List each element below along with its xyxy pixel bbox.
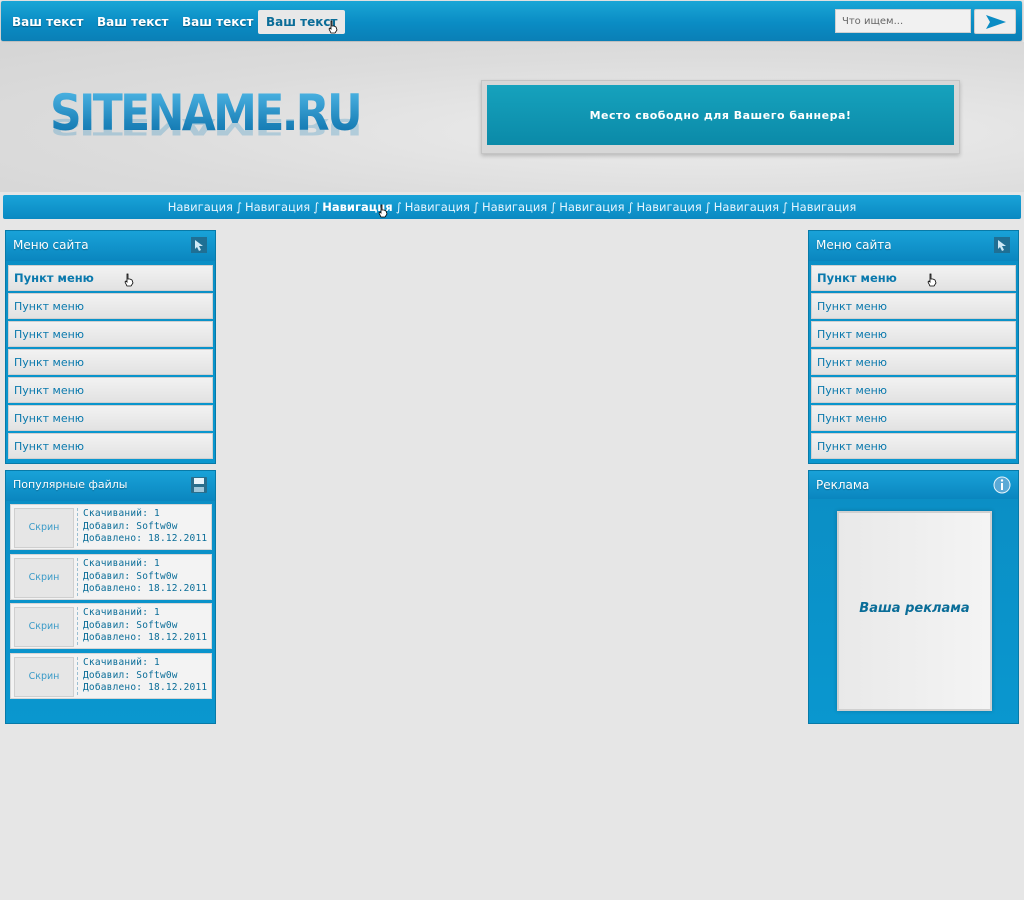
right-menu-item-1[interactable]: Пункт меню [811, 265, 1016, 291]
hand-cursor-icon [927, 273, 937, 287]
nav-item-2[interactable]: Навигация [245, 200, 310, 214]
file-thumbnail[interactable]: Скрин [14, 558, 74, 598]
hand-cursor-icon [328, 20, 338, 34]
file-item-2[interactable]: Скрин Скачиваний: 1 Добавил: Softw0w Доб… [10, 554, 212, 600]
top-bar: Ваш текст Ваш текст Ваш текст Ваш текст [1, 1, 1022, 41]
file-downloads: Скачиваний: 1 [83, 558, 160, 569]
nav-separator: ∫ [704, 200, 711, 214]
right-menu-panel: Меню сайта Пункт меню Пункт меню Пункт м… [808, 230, 1019, 464]
file-date: Добавлено: 18.12.2011 [83, 533, 208, 544]
nav-separator: ∫ [782, 200, 789, 214]
file-divider [77, 508, 78, 546]
file-thumbnail[interactable]: Скрин [14, 607, 74, 647]
banner-frame: Место свободно для Вашего баннера! [481, 80, 960, 154]
file-added-by: Добавил: Softw0w [83, 520, 178, 532]
left-menu-item-5[interactable]: Пункт меню [8, 377, 213, 403]
main-navigation: Навигация ∫ Навигация ∫ Навигация ∫ Навигация ∫… [3, 195, 1021, 219]
popular-files-panel: Популярные файлы Скрин Скачиваний: 1 Доб… [5, 470, 216, 724]
banner-placeholder[interactable]: Место свободно для Вашего баннера! [487, 85, 954, 145]
nav-separator: ∫ [472, 200, 479, 214]
nav-separator: ∫ [627, 200, 634, 214]
file-date: Добавлено: 18.12.2011 [83, 682, 208, 693]
nav-item-1[interactable]: Навигация [168, 200, 233, 214]
floppy-disk-icon [191, 477, 207, 493]
info-icon [993, 476, 1011, 494]
cursor-arrow-icon [191, 237, 207, 253]
file-divider [77, 657, 78, 695]
nav-separator: ∫ [313, 200, 320, 214]
nav-item-5[interactable]: Навигация [482, 200, 547, 214]
send-arrow-icon [986, 15, 1006, 29]
nav-item-4[interactable]: Навигация [405, 200, 470, 214]
left-menu-item-7[interactable]: Пункт меню [8, 433, 213, 459]
top-link-1[interactable]: Ваш текст [4, 10, 91, 34]
hand-cursor-icon [124, 273, 134, 287]
file-thumbnail[interactable]: Скрин [14, 657, 74, 697]
site-logo-reflection: SITENAME.RU [50, 113, 361, 140]
right-menu-item-4[interactable]: Пункт меню [811, 349, 1016, 375]
popular-files-title: Популярные файлы [6, 471, 215, 501]
right-menu-item-6[interactable]: Пункт меню [811, 405, 1016, 431]
file-added-by: Добавил: Softw0w [83, 570, 178, 582]
left-menu-panel: Меню сайта Пункт меню Пункт меню Пункт м… [5, 230, 216, 464]
file-info: Скачиваний: 1 Добавил: Softw0w Добавлено… [83, 607, 207, 645]
file-divider [77, 558, 78, 596]
site-header: SITENAME.RU SITENAME.RU Место свободно д… [0, 42, 1024, 192]
file-date: Добавлено: 18.12.2011 [83, 632, 208, 643]
nav-item-9[interactable]: Навигация [791, 200, 856, 214]
cursor-arrow-icon [994, 237, 1010, 253]
nav-item-7[interactable]: Навигация [637, 200, 702, 214]
search-button[interactable] [974, 9, 1016, 34]
file-info: Скачиваний: 1 Добавил: Softw0w Добавлено… [83, 558, 207, 596]
file-item-4[interactable]: Скрин Скачиваний: 1 Добавил: Softw0w Доб… [10, 653, 212, 699]
ads-title: Реклама [809, 471, 1018, 499]
file-thumbnail[interactable]: Скрин [14, 508, 74, 548]
right-menu-title: Меню сайта [809, 231, 1018, 261]
ad-text: Ваша реклама [859, 601, 970, 616]
search-input[interactable] [835, 9, 971, 33]
file-downloads: Скачиваний: 1 [83, 607, 160, 618]
hand-cursor-icon [378, 204, 388, 218]
nav-separator: ∫ [550, 200, 557, 214]
right-menu-item-5[interactable]: Пункт меню [811, 377, 1016, 403]
file-info: Скачиваний: 1 Добавил: Softw0w Добавлено… [83, 657, 207, 695]
file-added-by: Добавил: Softw0w [83, 669, 178, 681]
right-menu-item-3[interactable]: Пункт меню [811, 321, 1016, 347]
right-menu-item-7[interactable]: Пункт меню [811, 433, 1016, 459]
left-menu-item-6[interactable]: Пункт меню [8, 405, 213, 431]
file-added-by: Добавил: Softw0w [83, 619, 178, 631]
file-downloads: Скачиваний: 1 [83, 508, 160, 519]
nav-separator: ∫ [235, 200, 242, 214]
left-menu-title: Меню сайта [6, 231, 215, 261]
left-menu-item-1[interactable]: Пункт меню [8, 265, 213, 291]
top-link-2[interactable]: Ваш текст [89, 10, 176, 34]
nav-separator: ∫ [395, 200, 402, 214]
file-item-3[interactable]: Скрин Скачиваний: 1 Добавил: Softw0w Доб… [10, 603, 212, 649]
file-downloads: Скачиваний: 1 [83, 657, 160, 668]
left-menu-item-2[interactable]: Пункт меню [8, 293, 213, 319]
file-divider [77, 607, 78, 645]
file-info: Скачиваний: 1 Добавил: Softw0w Добавлено… [83, 508, 207, 546]
file-date: Добавлено: 18.12.2011 [83, 583, 208, 594]
nav-item-6[interactable]: Навигация [559, 200, 624, 214]
nav-item-8[interactable]: Навигация [714, 200, 779, 214]
right-menu-item-2[interactable]: Пункт меню [811, 293, 1016, 319]
ad-placeholder[interactable]: Ваша реклама [837, 511, 992, 711]
ads-panel: Реклама Ваша реклама [808, 470, 1019, 724]
file-item-1[interactable]: Скрин Скачиваний: 1 Добавил: Softw0w Доб… [10, 504, 212, 550]
left-menu-item-4[interactable]: Пункт меню [8, 349, 213, 375]
left-menu-item-3[interactable]: Пункт меню [8, 321, 213, 347]
top-link-3[interactable]: Ваш текст [174, 10, 261, 34]
